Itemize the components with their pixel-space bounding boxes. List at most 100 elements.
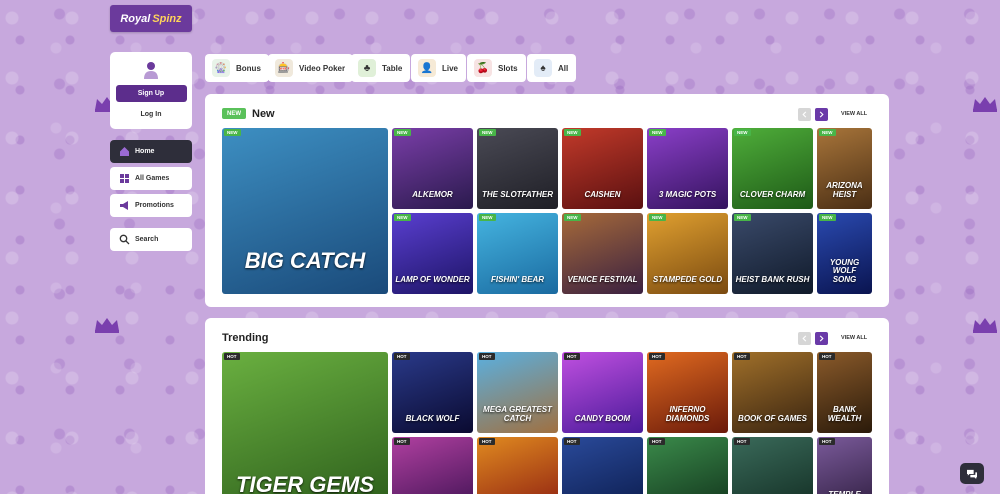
chat-bubble-icon: [967, 469, 977, 479]
view-all-link[interactable]: VIEW ALL: [841, 111, 867, 117]
game-tag-badge: HOT: [564, 438, 580, 445]
game-tile[interactable]: HOT BANK WEALTH: [817, 352, 872, 433]
game-tile[interactable]: HOT INFERNO DIAMONDS: [647, 352, 728, 433]
game-tile[interactable]: NEW CLOVER CHARM: [732, 128, 813, 209]
game-title: CAISHEN: [584, 189, 621, 199]
new-badge: NEW: [222, 108, 246, 119]
game-tile[interactable]: HOT BLACK WOLF: [392, 352, 473, 433]
section-title: New: [252, 108, 275, 120]
game-title: LAMP OF WONDER: [395, 274, 470, 284]
game-title: INFERNO DIAMONDS: [665, 405, 710, 423]
nav-item-home[interactable]: Home: [110, 140, 192, 163]
carousel-prev-button[interactable]: [798, 108, 811, 121]
chevron-left-icon: [802, 335, 807, 342]
view-all-link[interactable]: VIEW ALL: [841, 335, 867, 341]
game-tag-badge: HOT: [479, 353, 495, 360]
nav-item-all-games[interactable]: All Games: [110, 167, 192, 190]
new-games-section: NEW New VIEW ALL NEW BIG CATCH NEW ALKEMOR N…: [205, 94, 889, 307]
game-title: VENICE FESTIVAL: [567, 274, 638, 284]
category-label: Bonus: [236, 63, 261, 73]
bonus-icon: 🎡: [212, 59, 230, 77]
game-title: 3 MAGIC POTS: [658, 189, 717, 199]
game-tile[interactable]: NEW HEIST BANK RUSH: [732, 213, 813, 294]
nav-item-promotions[interactable]: Promotions: [110, 194, 192, 217]
game-tag-badge: HOT: [394, 438, 410, 445]
section-title: Trending: [222, 332, 269, 344]
search-icon: [119, 234, 130, 245]
game-tile[interactable]: HOTWOLF HIDING: [562, 437, 643, 494]
game-tag-badge: HOT: [649, 438, 665, 445]
log-in-link[interactable]: Log In: [141, 111, 162, 118]
game-tag-badge: HOT: [479, 438, 495, 445]
game-title: FISHIN' BEAR: [490, 274, 544, 284]
game-tile[interactable]: NEW 3 MAGIC POTS: [647, 128, 728, 209]
game-tag-badge: HOT: [224, 353, 240, 360]
category-tab-slots[interactable]: 🍒 Slots: [467, 54, 526, 82]
game-tag-badge: NEW: [819, 214, 836, 221]
game-tag-badge: NEW: [734, 214, 751, 221]
game-tile[interactable]: NEW THE SLOTFATHER: [477, 128, 558, 209]
game-tile[interactable]: NEW ARIZONA HEIST: [817, 128, 872, 209]
game-title: STAMPEDE GOLD: [652, 274, 723, 284]
game-tile[interactable]: HOT CANDY BOOM: [562, 352, 643, 433]
nav-item-label: Home: [135, 148, 155, 155]
game-tag-badge: NEW: [649, 129, 666, 136]
game-tile[interactable]: NEW ALKEMOR: [392, 128, 473, 209]
logo-text-royal: Royal: [120, 12, 151, 25]
game-tag-badge: NEW: [224, 129, 241, 136]
category-label: Slots: [498, 63, 518, 73]
game-tile[interactable]: NEW FISHIN' BEAR: [477, 213, 558, 294]
royal-spinz-logo[interactable]: Royal Spinz: [110, 5, 192, 32]
game-tag-badge: HOT: [819, 353, 835, 360]
game-tile[interactable]: HOTTEMPLE DEAD: [817, 437, 872, 494]
game-title: CANDY BOOM: [574, 413, 631, 423]
game-title: MEGA GREATEST CATCH: [483, 405, 552, 423]
category-tab-live[interactable]: 👤 Live: [411, 54, 467, 82]
game-tile[interactable]: NEW YOUNG WOLF SONG: [817, 213, 872, 294]
crown-decoration-icon: [972, 96, 998, 112]
category-tab-table[interactable]: ♣ Table: [351, 54, 411, 82]
table-icon: ♣: [358, 59, 376, 77]
category-tab-bonus[interactable]: 🎡 Bonus: [205, 54, 269, 82]
category-tab-all[interactable]: ♠ All: [527, 54, 577, 82]
category-label: Table: [382, 63, 403, 73]
game-tag-badge: HOT: [564, 353, 580, 360]
game-tile[interactable]: HOTCOIN VOLCANO: [477, 437, 558, 494]
nav-item-search[interactable]: Search: [110, 228, 192, 251]
game-title: TIGER GEMS: [235, 471, 375, 494]
chat-support-button[interactable]: [960, 463, 984, 484]
game-title: BANK WEALTH: [827, 405, 862, 423]
game-tag-badge: NEW: [819, 129, 836, 136]
game-tile[interactable]: HOT BOOK OF GAMES: [732, 352, 813, 433]
game-tag-badge: HOT: [819, 438, 835, 445]
game-tile[interactable]: NEW LAMP OF WONDER: [392, 213, 473, 294]
sign-up-button[interactable]: Sign Up: [115, 85, 187, 102]
game-title: BOOK OF GAMES: [738, 413, 807, 423]
game-tag-badge: HOT: [734, 438, 750, 445]
game-tile[interactable]: HOT MEGA GREATEST CATCH: [477, 352, 558, 433]
nav-item-label: Promotions: [135, 202, 174, 209]
game-tag-badge: NEW: [479, 129, 496, 136]
carousel-next-button[interactable]: [815, 108, 828, 121]
game-tile[interactable]: HOTHOT BIG: [392, 437, 473, 494]
game-tile[interactable]: NEW STAMPEDE GOLD: [647, 213, 728, 294]
game-tile[interactable]: NEW VENICE FESTIVAL: [562, 213, 643, 294]
game-tag-badge: NEW: [394, 214, 411, 221]
category-tab-video-poker[interactable]: 🎰 Video Poker: [268, 54, 354, 82]
featured-game-tile[interactable]: NEW BIG CATCH: [222, 128, 388, 294]
featured-game-tile[interactable]: HOT TIGER GEMS: [222, 352, 388, 494]
carousel-next-button[interactable]: [815, 332, 828, 345]
game-tag-badge: NEW: [649, 214, 666, 221]
logo-text-spinz: Spinz: [152, 12, 182, 25]
video-poker-icon: 🎰: [275, 59, 293, 77]
game-title: HEIST BANK RUSH: [735, 274, 810, 284]
carousel-prev-button[interactable]: [798, 332, 811, 345]
game-tile[interactable]: HOTRags to Witches: [732, 437, 813, 494]
all-icon: ♠: [534, 59, 552, 77]
game-tile[interactable]: HOTAZTEC MAGIC: [647, 437, 728, 494]
trending-games-section: Trending VIEW ALL HOT TIGER GEMS HOT BLACK …: [205, 318, 889, 494]
game-tag-badge: NEW: [564, 214, 581, 221]
game-tag-badge: NEW: [564, 129, 581, 136]
chevron-left-icon: [802, 111, 807, 118]
game-tile[interactable]: NEW CAISHEN: [562, 128, 643, 209]
